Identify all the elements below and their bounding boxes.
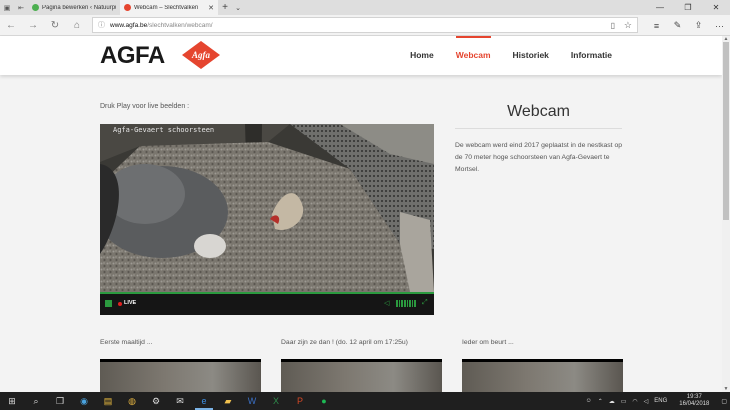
- thumbnail-title[interactable]: Daar zijn ze dan ! (do. 12 april om 17:2…: [281, 339, 408, 346]
- system-tray: ☺ ⌃ ☁ ▭ ◠ ◁ ENG 19:37 16/04/2018 ▢: [583, 392, 730, 410]
- browser-tab-title: Pagina bewerken ‹ Natuurpunt: [42, 4, 116, 11]
- spotify-icon[interactable]: ●: [312, 392, 336, 410]
- address-bar[interactable]: ⓘ www.agfa.be /slechtvalken/webcam/ ▯ ☆: [92, 17, 638, 33]
- wifi-icon[interactable]: ◠: [629, 398, 640, 405]
- webcam-frame: [100, 124, 434, 292]
- camera-overlay-text: Agfa-Gevaert schoorsteen: [113, 126, 215, 134]
- webcam-player[interactable]: Agfa-Gevaert schoorsteen LIVE ◁ ⤢: [100, 124, 434, 315]
- player-controls: LIVE ◁ ⤢: [100, 292, 434, 315]
- browser-tab-title: Webcam – Slechtvalken: [134, 4, 199, 11]
- chrome-icon[interactable]: ◍: [120, 392, 144, 410]
- agfa-diamond-logo-icon[interactable]: Agfa: [181, 40, 221, 70]
- natuurpunt-favicon-icon: [32, 4, 39, 11]
- tray-chevron-icon[interactable]: ⌃: [595, 398, 606, 405]
- windows-start-icon[interactable]: ⊞: [0, 392, 24, 410]
- browser-toolbar: ← → ↻ ⌂ ⓘ www.agfa.be /slechtvalken/webc…: [0, 15, 730, 36]
- thumbnail-video[interactable]: [462, 359, 623, 392]
- people-icon[interactable]: ☺: [583, 398, 595, 404]
- thumbnail-video[interactable]: [281, 359, 442, 392]
- maximize-icon[interactable]: ❐: [674, 0, 702, 15]
- chevron-down-icon[interactable]: ⌄: [232, 0, 244, 15]
- page-scrollbar[interactable]: ▲ ▼: [722, 36, 730, 392]
- task-view-icon[interactable]: ❐: [48, 392, 72, 410]
- thumbnail-video[interactable]: [100, 359, 261, 392]
- thumbnail-scene: [462, 362, 623, 392]
- window-controls: — ❐ ✕: [646, 0, 730, 15]
- onedrive-icon[interactable]: ☁: [606, 398, 618, 405]
- volume-slider[interactable]: [396, 300, 416, 307]
- agfa-logo[interactable]: AGFA: [100, 42, 165, 70]
- mail-icon[interactable]: ✉: [168, 392, 192, 410]
- search-icon[interactable]: ⌕: [24, 392, 48, 410]
- sidebar-divider: [455, 128, 622, 129]
- edge-icon[interactable]: e: [192, 392, 216, 410]
- browser-tab-1[interactable]: Webcam – Slechtvalken ✕: [120, 0, 218, 15]
- clock-time: 19:37: [686, 394, 702, 400]
- favorite-star-icon[interactable]: ☆: [624, 20, 632, 31]
- scrollbar-thumb[interactable]: [723, 42, 729, 220]
- tab-actions-icon[interactable]: ▣: [0, 0, 14, 15]
- favorites-hub-icon[interactable]: ≡: [646, 15, 667, 36]
- new-tab-icon[interactable]: +: [218, 0, 232, 15]
- notifications-icon[interactable]: ▢: [718, 398, 730, 405]
- nav-informatie[interactable]: Informatie: [560, 36, 623, 75]
- play-instruction: Druk Play voor live beelden :: [100, 103, 190, 110]
- nav-home[interactable]: Home: [399, 36, 445, 75]
- store-icon[interactable]: ▤: [96, 392, 120, 410]
- live-dot-icon: [118, 302, 122, 306]
- agfa-favicon-icon: [124, 4, 131, 11]
- battery-icon[interactable]: ▭: [618, 398, 630, 405]
- file-explorer-icon[interactable]: ▰: [216, 392, 240, 410]
- volume-icon[interactable]: ◁: [384, 299, 389, 307]
- main-nav: Home Webcam Historiek Informatie: [399, 36, 623, 75]
- close-tab-icon[interactable]: ✕: [208, 4, 214, 12]
- thumbnail-title[interactable]: Ieder om beurt ...: [462, 339, 514, 346]
- thumbnail-title[interactable]: Eerste maaltijd ...: [100, 339, 153, 346]
- url-path: /slechtvalken/webcam/: [147, 21, 213, 29]
- language-indicator[interactable]: ENG: [651, 398, 670, 404]
- reading-view-icon[interactable]: ▯: [611, 21, 615, 30]
- live-label: LIVE: [124, 300, 137, 306]
- windows-taskbar: ⊞ ⌕ ❐ ◉ ▤ ◍ ⚙ ✉ e ▰ W X P ● ☺ ⌃ ☁ ▭ ◠ ◁ …: [0, 392, 730, 410]
- url-host: www.agfa.be: [110, 21, 148, 29]
- browser-actions: ≡ ✎ ⇪ ···: [646, 15, 730, 36]
- fullscreen-icon[interactable]: ⤢: [422, 299, 428, 307]
- cortana-icon[interactable]: ◉: [72, 392, 96, 410]
- live-progress-bar[interactable]: [100, 292, 434, 294]
- powerpoint-icon[interactable]: P: [288, 392, 312, 410]
- more-icon[interactable]: ···: [709, 15, 730, 36]
- stop-icon[interactable]: [105, 300, 112, 307]
- minimize-icon[interactable]: —: [646, 0, 674, 15]
- settings-icon[interactable]: ⚙: [144, 392, 168, 410]
- volume-tray-icon[interactable]: ◁: [641, 398, 652, 405]
- clock[interactable]: 19:37 16/04/2018: [670, 394, 718, 408]
- sidebar-description: De webcam werd eind 2017 geplaatst in de…: [455, 142, 623, 173]
- browser-tab-strip: ▣ ⇤ Pagina bewerken ‹ Natuurpunt Webcam …: [0, 0, 730, 15]
- web-note-icon[interactable]: ✎: [667, 15, 688, 36]
- forward-icon[interactable]: →: [22, 15, 44, 36]
- share-icon[interactable]: ⇪: [688, 15, 709, 36]
- word-icon[interactable]: W: [240, 392, 264, 410]
- home-icon[interactable]: ⌂: [66, 15, 88, 36]
- tab-back-icon[interactable]: ⇤: [14, 0, 28, 15]
- nav-historiek[interactable]: Historiek: [502, 36, 560, 75]
- site-header: AGFA Agfa Home Webcam Historiek Informat…: [0, 36, 722, 75]
- close-window-icon[interactable]: ✕: [702, 0, 730, 15]
- excel-icon[interactable]: X: [264, 392, 288, 410]
- clock-date: 16/04/2018: [679, 401, 710, 407]
- sidebar-title: Webcam: [507, 103, 570, 120]
- browser-tab-0[interactable]: Pagina bewerken ‹ Natuurpunt: [28, 0, 120, 15]
- logo-badge-text: Agfa: [191, 50, 211, 60]
- thumbnail-scene: [100, 362, 261, 392]
- nav-webcam[interactable]: Webcam: [445, 36, 502, 75]
- back-icon[interactable]: ←: [0, 15, 22, 36]
- info-icon[interactable]: ⓘ: [98, 20, 105, 30]
- refresh-icon[interactable]: ↻: [44, 15, 66, 36]
- thumbnail-scene: [281, 362, 442, 392]
